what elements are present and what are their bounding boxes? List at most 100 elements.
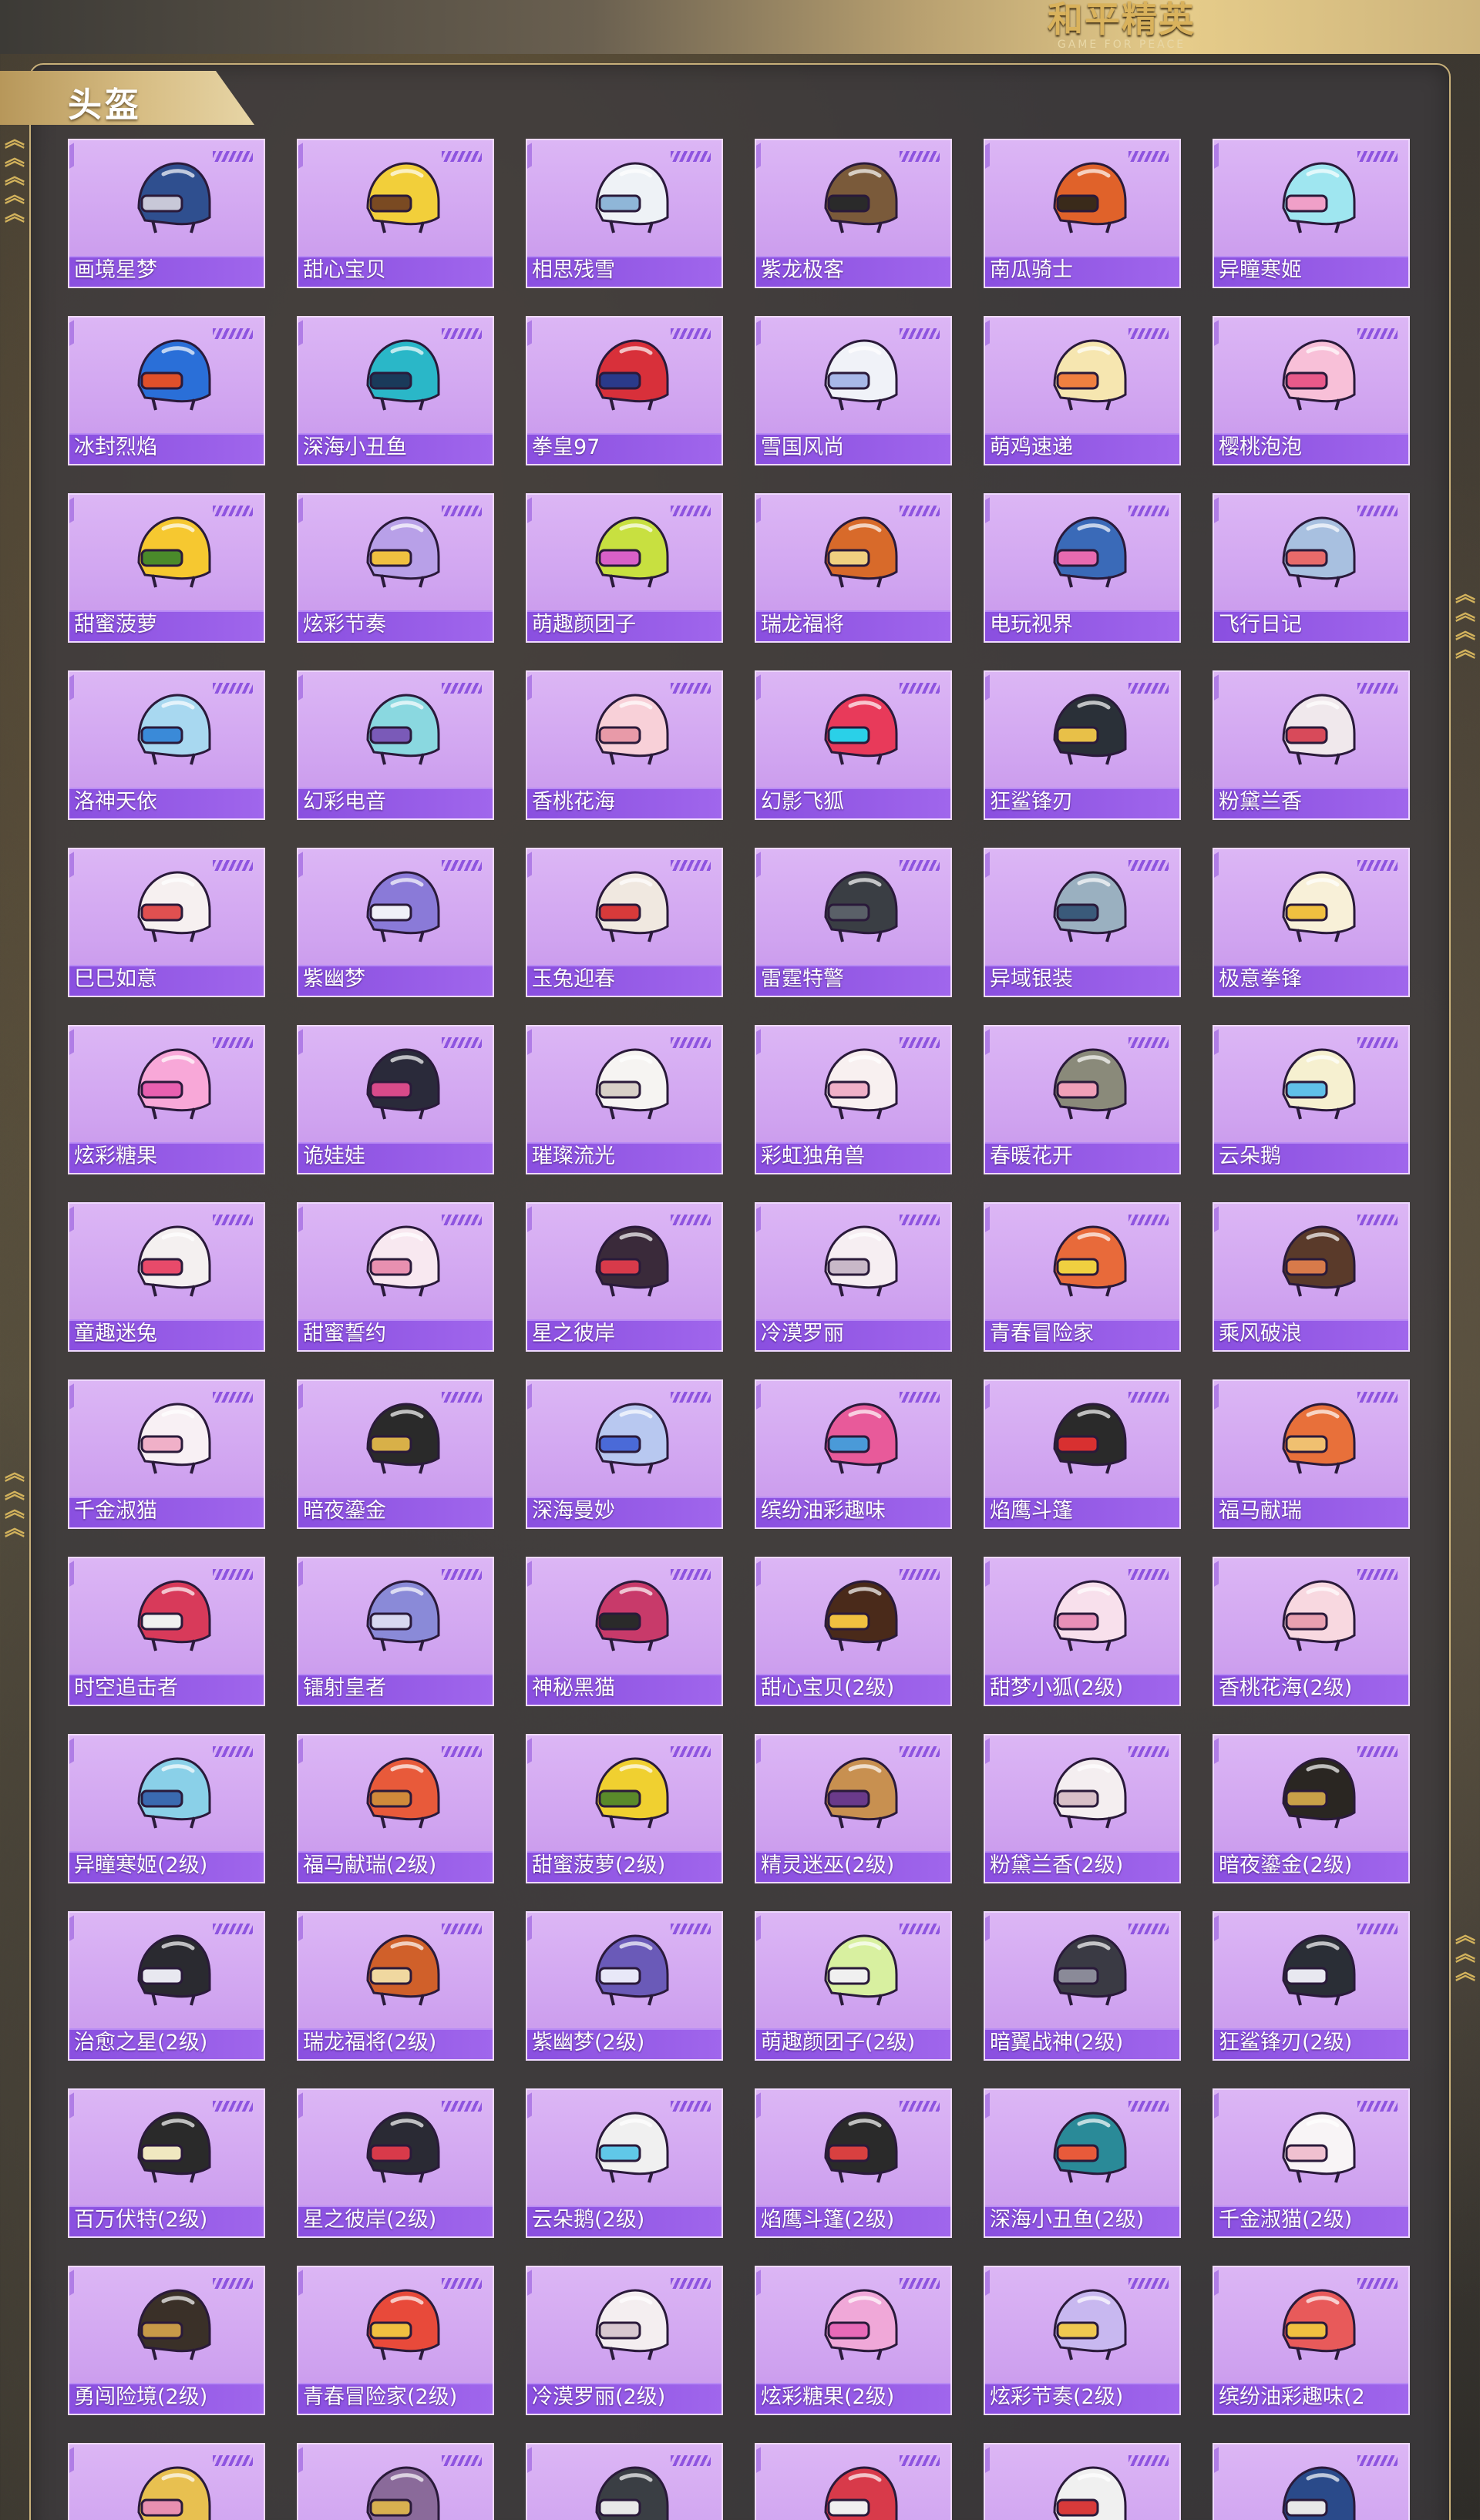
helmet-card[interactable]: 云朵鹅 xyxy=(1213,1025,1410,1174)
helmet-name: 萌鸡速递 xyxy=(990,435,1073,459)
helmet-card[interactable]: 福马献瑞(2级) xyxy=(297,1734,494,1883)
helmet-card[interactable]: 星之彼岸 xyxy=(526,1202,723,1352)
card-stripes-decoration xyxy=(1357,1392,1398,1403)
helmet-card[interactable]: 雪国风尚 xyxy=(755,316,952,465)
helmet-card[interactable]: 瑞龙福将 xyxy=(755,493,952,643)
card-corner-decoration xyxy=(985,674,990,705)
helmet-card[interactable]: 炫彩节奏(2级) xyxy=(984,2266,1181,2415)
helmet-card[interactable]: 飞行日记 xyxy=(1213,493,1410,643)
helmet-card[interactable]: 青春冒险家 xyxy=(984,1202,1181,1352)
helmet-card[interactable]: 焰鹰斗篷 xyxy=(984,1379,1181,1529)
helmet-name: 勇闯险境(2级) xyxy=(74,2385,208,2409)
helmet-card[interactable]: 极意拳锋 xyxy=(1213,848,1410,997)
helmet-card[interactable]: 紫幽梦 xyxy=(297,848,494,997)
card-corner-decoration xyxy=(527,2092,532,2123)
helmet-card[interactable]: 云朵鹅(2级) xyxy=(526,2088,723,2238)
helmet-name: 深海小丑鱼(2级) xyxy=(990,2208,1145,2232)
helmet-card[interactable]: 深海曼妙 xyxy=(526,1379,723,1529)
helmet-card[interactable]: 百万伏特(2级) xyxy=(68,2088,265,2238)
card-corner-decoration xyxy=(69,1383,74,1414)
helmet-card[interactable]: 雷霆特警 xyxy=(755,848,952,997)
helmet-card[interactable]: 勇闯险境(2级) xyxy=(68,2266,265,2415)
helmet-card[interactable]: 玉兔迎春 xyxy=(526,848,723,997)
helmet-card[interactable]: 异瞳寒姬(2级) xyxy=(68,1734,265,1883)
helmet-card[interactable]: 炫彩糖果(2级) xyxy=(755,2266,952,2415)
helmet-card[interactable]: 青春冒险家(2级) xyxy=(297,2266,494,2415)
helmet-card[interactable]: 冷漠罗丽(2级) xyxy=(526,2266,723,2415)
helmet-card[interactable]: 甜蜜菠萝(2级) xyxy=(526,1734,723,1883)
helmet-card[interactable]: 暗翼战神(2级) xyxy=(984,1911,1181,2061)
helmet-card[interactable] xyxy=(297,2443,494,2520)
helmet-card[interactable]: 甜心宝贝 xyxy=(297,139,494,288)
helmet-card[interactable]: 福马献瑞 xyxy=(1213,1379,1410,1529)
helmet-card[interactable]: 香桃花海(2级) xyxy=(1213,1557,1410,1706)
helmet-card[interactable]: 南瓜骑士 xyxy=(984,139,1181,288)
helmet-card[interactable]: 粉黛兰香 xyxy=(1213,670,1410,820)
card-stripes-decoration xyxy=(1128,1924,1169,1934)
helmet-card[interactable]: 瑞龙福将(2级) xyxy=(297,1911,494,2061)
helmet-card[interactable]: 甜心宝贝(2级) xyxy=(755,1557,952,1706)
helmet-card[interactable]: 炫彩糖果 xyxy=(68,1025,265,1174)
helmet-card[interactable]: 香桃花海 xyxy=(526,670,723,820)
helmet-card[interactable]: 千金淑猫 xyxy=(68,1379,265,1529)
helmet-card[interactable]: 拳皇97 xyxy=(526,316,723,465)
helmet-card[interactable]: 璀璨流光 xyxy=(526,1025,723,1174)
card-corner-decoration xyxy=(298,2270,303,2300)
helmet-card[interactable]: 樱桃泡泡 xyxy=(1213,316,1410,465)
helmet-card[interactable]: 冷漠罗丽 xyxy=(755,1202,952,1352)
helmet-card[interactable]: 狂鲨锋刃(2级) xyxy=(1213,1911,1410,2061)
helmet-card[interactable]: 狂鲨锋刃 xyxy=(984,670,1181,820)
helmet-card[interactable] xyxy=(1213,2443,1410,2520)
card-stripes-decoration xyxy=(671,1924,711,1934)
helmet-card[interactable]: 缤纷油彩趣味(2 xyxy=(1213,2266,1410,2415)
helmet-card[interactable]: 粉黛兰香(2级) xyxy=(984,1734,1181,1883)
helmet-card[interactable]: 画境星梦 xyxy=(68,139,265,288)
helmet-card[interactable]: 缤纷油彩趣味 xyxy=(755,1379,952,1529)
helmet-card[interactable]: 乘风破浪 xyxy=(1213,1202,1410,1352)
helmet-card[interactable]: 异瞳寒姬 xyxy=(1213,139,1410,288)
helmet-card[interactable]: 童趣迷兔 xyxy=(68,1202,265,1352)
helmet-card[interactable]: 焰鹰斗篷(2级) xyxy=(755,2088,952,2238)
helmet-card[interactable] xyxy=(755,2443,952,2520)
helmet-card[interactable]: 相思残雪 xyxy=(526,139,723,288)
helmet-card[interactable]: 深海小丑鱼 xyxy=(297,316,494,465)
helmet-card[interactable]: 冰封烈焰 xyxy=(68,316,265,465)
helmet-card[interactable]: 洛神天依 xyxy=(68,670,265,820)
helmet-card[interactable]: 幻影飞狐 xyxy=(755,670,952,820)
helmet-card[interactable]: 萌鸡速递 xyxy=(984,316,1181,465)
helmet-card[interactable] xyxy=(68,2443,265,2520)
helmet-card[interactable]: 春暖花开 xyxy=(984,1025,1181,1174)
helmet-icon xyxy=(595,162,669,234)
helmet-icon xyxy=(824,516,898,588)
helmet-card[interactable]: 精灵迷巫(2级) xyxy=(755,1734,952,1883)
helmet-card[interactable]: 紫幽梦(2级) xyxy=(526,1911,723,2061)
helmet-card[interactable]: 治愈之星(2级) xyxy=(68,1911,265,2061)
helmet-card[interactable]: 诡娃娃 xyxy=(297,1025,494,1174)
helmet-card[interactable]: 甜蜜誓约 xyxy=(297,1202,494,1352)
helmet-card[interactable]: 幻彩电音 xyxy=(297,670,494,820)
helmet-card[interactable]: 萌趣颜团子(2级) xyxy=(755,1911,952,2061)
helmet-card[interactable] xyxy=(526,2443,723,2520)
helmet-card[interactable]: 神秘黑猫 xyxy=(526,1557,723,1706)
helmet-card[interactable] xyxy=(984,2443,1181,2520)
helmet-card[interactable]: 暗夜鎏金 xyxy=(297,1379,494,1529)
card-corner-decoration xyxy=(1214,320,1219,351)
helmet-card[interactable]: 巳巳如意 xyxy=(68,848,265,997)
helmet-card[interactable]: 镭射皇者 xyxy=(297,1557,494,1706)
card-stripes-decoration xyxy=(671,2101,711,2112)
helmet-card[interactable]: 千金淑猫(2级) xyxy=(1213,2088,1410,2238)
helmet-card[interactable]: 时空追击者 xyxy=(68,1557,265,1706)
helmet-card[interactable]: 甜梦小狐(2级) xyxy=(984,1557,1181,1706)
helmet-card[interactable]: 紫龙极客 xyxy=(755,139,952,288)
helmet-card[interactable]: 星之彼岸(2级) xyxy=(297,2088,494,2238)
helmet-icon xyxy=(137,694,211,765)
helmet-card[interactable]: 甜蜜菠萝 xyxy=(68,493,265,643)
helmet-card[interactable]: 深海小丑鱼(2级) xyxy=(984,2088,1181,2238)
helmet-card[interactable]: 彩虹独角兽 xyxy=(755,1025,952,1174)
helmet-card[interactable]: 暗夜鎏金(2级) xyxy=(1213,1734,1410,1883)
helmet-card[interactable]: 异域银装 xyxy=(984,848,1181,997)
helmet-card[interactable]: 炫彩节奏 xyxy=(297,493,494,643)
helmet-card[interactable]: 电玩视界 xyxy=(984,493,1181,643)
helmet-icon xyxy=(1053,871,1127,942)
helmet-card[interactable]: 萌趣颜团子 xyxy=(526,493,723,643)
